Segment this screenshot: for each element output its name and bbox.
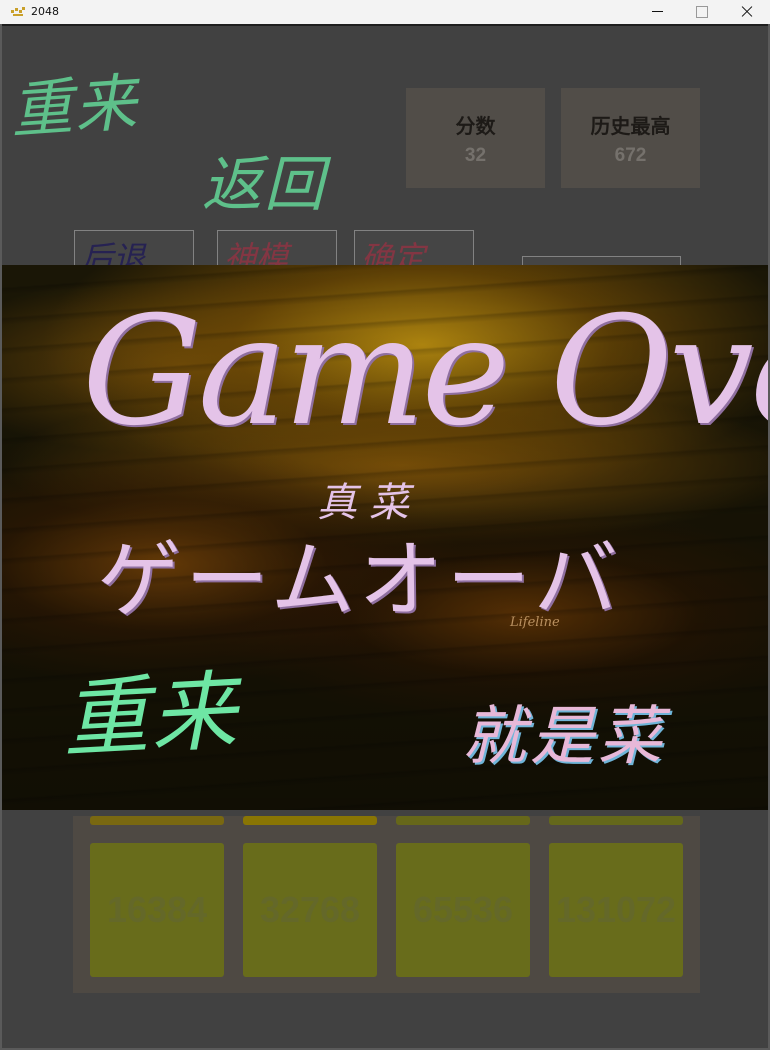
game-over-restart-button[interactable]: 重来: [59, 640, 241, 774]
game-over-overlay: Game Over 真菜 ゲームオーバ Lifeline 重来 就是菜: [2, 265, 770, 810]
close-icon[interactable]: [724, 0, 770, 24]
watermark: Lifeline: [510, 615, 560, 630]
maximize-icon[interactable]: [678, 0, 724, 24]
window-titlebar: 2048: [0, 0, 770, 24]
game-over-taunt: 就是菜: [462, 700, 666, 774]
window-title: 2048: [31, 5, 59, 18]
minimize-icon[interactable]: [634, 0, 680, 24]
game-over-title: Game Over: [82, 285, 770, 459]
app-icon: [10, 4, 26, 19]
